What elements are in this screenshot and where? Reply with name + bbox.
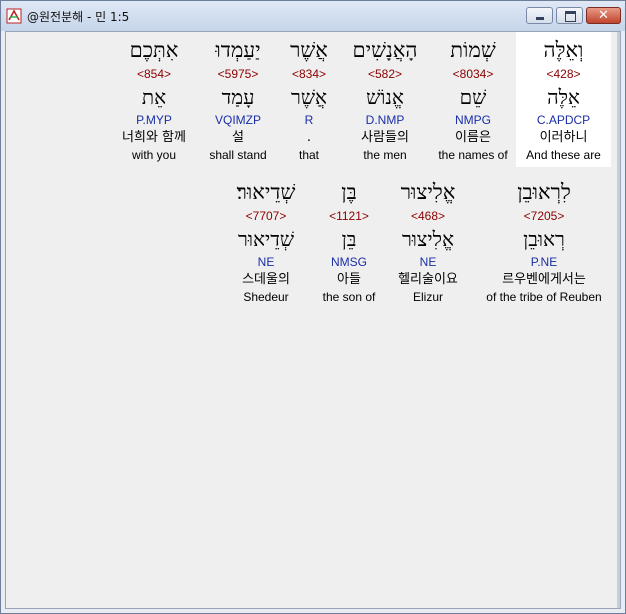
word-column[interactable]: לִרְאוּבֵן <7205> רְאוּבֵן P.NE 르우벤에게서는 of th… — [476, 174, 612, 309]
english-gloss: of the tribe of Reuben — [486, 290, 602, 304]
hebrew-word: וְאֵלֶּה — [543, 38, 584, 62]
app-window: @원전분해 - 민 1:5 ✕ וְאֵלֶּה <428> אֵלֶּה C.APD… — [0, 0, 626, 614]
word-column[interactable]: בֶּן <1121> בֵּן NMSG 아들 the son of — [314, 174, 384, 309]
word-column[interactable]: שְׁדֵיאוּר׃ <7707> שְׁדֵיאוּר NE 스데울의 Shedeur — [232, 174, 300, 309]
maximize-button[interactable] — [556, 7, 583, 24]
close-button[interactable]: ✕ — [586, 7, 621, 24]
hebrew-word: שְׁמוֹת — [450, 38, 496, 62]
strong-number: <5975> — [217, 67, 259, 81]
word-column[interactable]: אֱלִיצוּר <468> אֱלִיצוּר NE 헬리술이요 Elizur — [388, 174, 468, 309]
strong-number: <582> — [367, 67, 403, 81]
word-column[interactable]: אֲשֶׁר <834> אֲשֶׁר R. that — [283, 32, 335, 167]
hebrew-root: שְׁדֵיאוּר — [238, 227, 294, 251]
strong-number: <8034> — [452, 67, 494, 81]
parsing-code: VQIMZP — [214, 113, 261, 127]
hebrew-root: אֱלִיצוּר — [401, 227, 455, 251]
app-logo-icon — [6, 8, 22, 24]
strong-number: <1121> — [329, 209, 369, 223]
panel-edge — [617, 32, 620, 608]
korean-gloss: 아들 — [337, 272, 361, 287]
minimize-icon — [536, 17, 544, 20]
strong-number: <468> — [410, 209, 446, 223]
hebrew-word: לִרְאוּבֵן — [517, 180, 571, 204]
hebrew-root: עָמַד — [221, 85, 255, 109]
hebrew-word: אֱלִיצוּר — [400, 180, 456, 204]
korean-gloss: 헬리술이요 — [398, 272, 458, 287]
parsing-code: NE — [257, 255, 275, 269]
korean-gloss: 설 — [232, 130, 244, 145]
hebrew-word: הָאֲנָשִׁים — [352, 38, 418, 62]
word-column[interactable]: וְאֵלֶּה <428> אֵלֶּה C.APDCP 이러하니 And these … — [516, 32, 611, 167]
hebrew-root: בֵּן — [341, 227, 357, 251]
english-gloss: the names of — [438, 148, 508, 162]
hebrew-root: שֵׁם — [459, 85, 487, 109]
strong-number: <7205> — [523, 209, 565, 223]
maximize-icon — [565, 11, 576, 22]
hebrew-word: בֶּן — [341, 180, 357, 204]
english-gloss: that — [298, 148, 319, 162]
close-icon: ✕ — [598, 8, 609, 23]
window-title: @원전분해 - 민 1:5 — [27, 10, 130, 24]
english-gloss: with you — [131, 148, 177, 162]
korean-gloss: 사람들의 — [361, 130, 409, 145]
word-column[interactable]: אִתְּכֶם <854> אֵת P.MYP 너희와 함께 with you — [112, 32, 196, 167]
parsing-code: D.NMP — [365, 113, 405, 127]
hebrew-word: יַעַמְדוּ — [215, 38, 261, 62]
word-column[interactable]: יַעַמְדוּ <5975> עָמַד VQIMZP 설 shall stand — [202, 32, 274, 167]
korean-gloss: 이러하니 — [539, 130, 588, 145]
parsing-code: NE — [419, 255, 437, 269]
english-gloss: Shedeur — [243, 290, 289, 304]
english-gloss: Elizur — [412, 290, 443, 304]
hebrew-root: אֵת — [141, 85, 167, 109]
strong-number: <7707> — [245, 209, 287, 223]
english-gloss: And these are — [526, 148, 601, 162]
korean-gloss: 스데울의 — [242, 272, 290, 287]
strong-number: <428> — [546, 67, 581, 81]
parsing-code: P.NE — [530, 255, 558, 269]
strong-number: <834> — [291, 67, 327, 81]
minimize-button[interactable] — [526, 7, 553, 24]
hebrew-root: אֵלֶּה — [547, 85, 580, 109]
interlinear-panel[interactable]: וְאֵלֶּה <428> אֵלֶּה C.APDCP 이러하니 And these … — [5, 31, 621, 609]
word-column[interactable]: הָאֲנָשִׁים <582> אֱנוֹשׁ D.NMP 사람들의 the men — [344, 32, 426, 167]
english-gloss: the men — [363, 148, 407, 162]
hebrew-root: רְאוּבֵן — [523, 227, 565, 251]
hebrew-root: אֱנוֹשׁ — [366, 85, 404, 109]
hebrew-word: אֲשֶׁר — [290, 38, 328, 62]
parsing-code: P.MYP — [136, 113, 172, 127]
english-gloss: shall stand — [209, 148, 267, 162]
korean-gloss: 너희와 함께 — [122, 130, 186, 145]
title-bar[interactable]: @원전분해 - 민 1:5 ✕ — [1, 1, 625, 31]
hebrew-root: אֲשֶׁר — [291, 85, 327, 109]
parsing-code: NMSG — [331, 255, 367, 269]
parsing-code: R — [304, 113, 314, 127]
hebrew-word: שְׁדֵיאוּר׃ — [236, 180, 296, 204]
parsing-code: NMPG — [455, 113, 491, 127]
korean-gloss: . — [306, 130, 312, 145]
parsing-code: C.APDCP — [536, 113, 591, 127]
strong-number: <854> — [136, 67, 172, 81]
hebrew-word: אִתְּכֶם — [129, 38, 179, 62]
english-gloss: the son of — [322, 290, 376, 304]
korean-gloss: 르우벤에게서는 — [502, 272, 586, 287]
korean-gloss: 이름은 — [455, 130, 491, 145]
word-column[interactable]: שְׁמוֹת <8034> שֵׁם NMPG 이름은 the names of — [432, 32, 514, 167]
